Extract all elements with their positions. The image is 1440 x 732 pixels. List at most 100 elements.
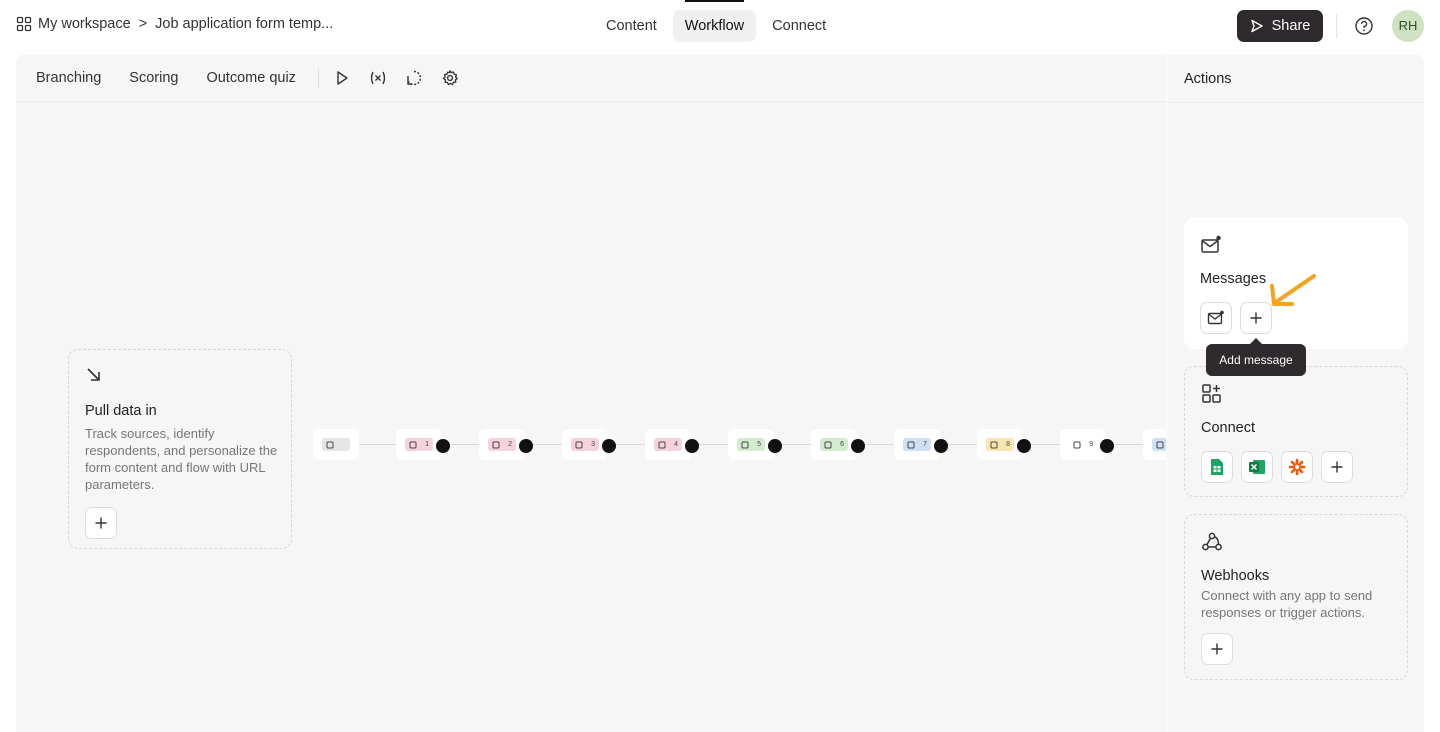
- flow-node[interactable]: 9: [1060, 429, 1114, 460]
- pull-data-description: Track sources, identify respondents, and…: [85, 426, 278, 492]
- pull-data-card: Pull data in Track sources, identify res…: [68, 349, 292, 549]
- phone-icon: [658, 441, 666, 448]
- flow-node-pill: 8: [986, 438, 1014, 451]
- flow-node-pill: 6: [820, 438, 848, 451]
- add-parameter-button[interactable]: [85, 507, 117, 539]
- branch-logic-icon[interactable]: [436, 439, 450, 453]
- divider: [1336, 14, 1337, 38]
- flow-node[interactable]: 5: [728, 429, 782, 460]
- workflow-toolbar: Branching Scoring Outcome quiz: [16, 54, 1166, 102]
- actions-header-divider: [1167, 102, 1424, 103]
- flow-node-number: 9: [1089, 441, 1093, 448]
- flow-node-pill: 9: [1069, 438, 1097, 451]
- upload-icon: [990, 441, 998, 448]
- contact-icon: [409, 441, 417, 448]
- webhooks-card: Webhooks Connect with any app to send re…: [1184, 514, 1408, 680]
- tab-workflow[interactable]: Workflow: [672, 0, 757, 42]
- settings-gear-icon[interactable]: [441, 69, 459, 87]
- add-webhook-button[interactable]: [1201, 633, 1233, 665]
- flow-node-number: 4: [674, 441, 678, 448]
- toolbar-divider: [317, 67, 319, 88]
- breadcrumb-form[interactable]: Job application form temp...: [155, 16, 333, 32]
- flow-node[interactable]: 2: [479, 429, 533, 460]
- google-sheets-icon: [1211, 459, 1223, 475]
- connect-card: Connect: [1184, 366, 1408, 497]
- plus-icon: [1211, 643, 1223, 655]
- breadcrumb-workspace[interactable]: My workspace: [38, 16, 131, 32]
- branch-logic-icon[interactable]: [768, 439, 782, 453]
- play-icon[interactable]: [333, 69, 351, 87]
- help-icon[interactable]: [1354, 16, 1374, 36]
- flow-node[interactable]: [313, 429, 359, 460]
- flow-node[interactable]: 4: [645, 429, 699, 460]
- actions-title: Actions: [1184, 71, 1232, 87]
- contact-icon: [492, 441, 500, 448]
- mail-notification-icon: [1201, 235, 1221, 253]
- toolbar-outcome-quiz[interactable]: Outcome quiz: [206, 70, 295, 86]
- flow-node[interactable]: 1: [396, 429, 450, 460]
- google-sheets-button[interactable]: [1201, 451, 1233, 483]
- toggle-icon: [326, 441, 334, 448]
- play-send-icon: [1250, 19, 1263, 33]
- flow-node[interactable]: 6: [811, 429, 865, 460]
- star-icon: [741, 441, 749, 448]
- branch-logic-icon[interactable]: [602, 439, 616, 453]
- toolbar-branching[interactable]: Branching: [36, 70, 101, 86]
- flow-node-pill: 4: [654, 438, 682, 451]
- flow-node-pill: 5: [737, 438, 765, 451]
- workspace-grid-icon[interactable]: [16, 16, 32, 32]
- chart-icon: [824, 441, 832, 448]
- add-message-tooltip: Add message: [1206, 338, 1306, 376]
- avatar[interactable]: RH: [1392, 10, 1424, 42]
- zapier-icon: [1288, 458, 1306, 476]
- breadcrumb-separator: >: [138, 16, 148, 32]
- plus-icon: [1331, 461, 1343, 473]
- flow-map: 1 2 3 4 5 6 7 8 9: [313, 429, 1166, 461]
- mail-message-button[interactable]: [1200, 302, 1232, 334]
- radio-icon: [1073, 441, 1081, 448]
- branch-logic-icon[interactable]: [851, 439, 865, 453]
- tab-content[interactable]: Content: [594, 10, 669, 42]
- breadcrumb: My workspace > Job application form temp…: [16, 16, 333, 32]
- logic-icon[interactable]: [405, 69, 423, 87]
- flow-node[interactable]: 7: [894, 429, 948, 460]
- flow-node[interactable]: [1143, 429, 1166, 460]
- flow-node-number: 5: [757, 441, 761, 448]
- main-tabs: Content Workflow Connect: [594, 0, 838, 42]
- flow-node-pill: 1: [405, 438, 433, 451]
- branch-logic-icon[interactable]: [685, 439, 699, 453]
- webhooks-title: Webhooks: [1201, 568, 1270, 584]
- toolbar-scoring[interactable]: Scoring: [129, 70, 178, 86]
- flow-node-number: 3: [591, 441, 595, 448]
- video-icon: [907, 441, 915, 448]
- flow-node-pill: 2: [488, 438, 516, 451]
- zapier-button[interactable]: [1281, 451, 1313, 483]
- branch-logic-icon[interactable]: [1100, 439, 1114, 453]
- flow-node-number: 1: [425, 441, 429, 448]
- variable-icon[interactable]: [369, 69, 387, 87]
- mail-icon: [1207, 310, 1224, 325]
- tab-connect[interactable]: Connect: [760, 10, 838, 42]
- flow-node[interactable]: 3: [562, 429, 616, 460]
- workflow-canvas: Branching Scoring Outcome quiz Pull data…: [16, 54, 1166, 732]
- branch-logic-icon[interactable]: [519, 439, 533, 453]
- webhooks-description: Connect with any app to send responses o…: [1201, 588, 1373, 620]
- webhooks-buttons: [1201, 633, 1233, 665]
- flow-node-pill: [1152, 438, 1166, 451]
- excel-button[interactable]: [1241, 451, 1273, 483]
- flow-node-pill: 3: [571, 438, 599, 451]
- add-integration-button[interactable]: [1321, 451, 1353, 483]
- share-label: Share: [1271, 18, 1311, 34]
- flow-node[interactable]: 8: [977, 429, 1031, 460]
- share-button[interactable]: Share: [1237, 10, 1323, 42]
- branch-logic-icon[interactable]: [1017, 439, 1031, 453]
- flow-node-number: 2: [508, 441, 512, 448]
- webhook-icon: [1202, 532, 1222, 551]
- branch-logic-icon[interactable]: [934, 439, 948, 453]
- flow-node-pill: [322, 438, 350, 451]
- pull-data-title: Pull data in: [85, 403, 157, 419]
- flow-node-number: 7: [923, 441, 927, 448]
- messages-buttons: [1200, 302, 1272, 334]
- plus-icon: [95, 517, 107, 529]
- apps-grid-icon: [1202, 384, 1221, 403]
